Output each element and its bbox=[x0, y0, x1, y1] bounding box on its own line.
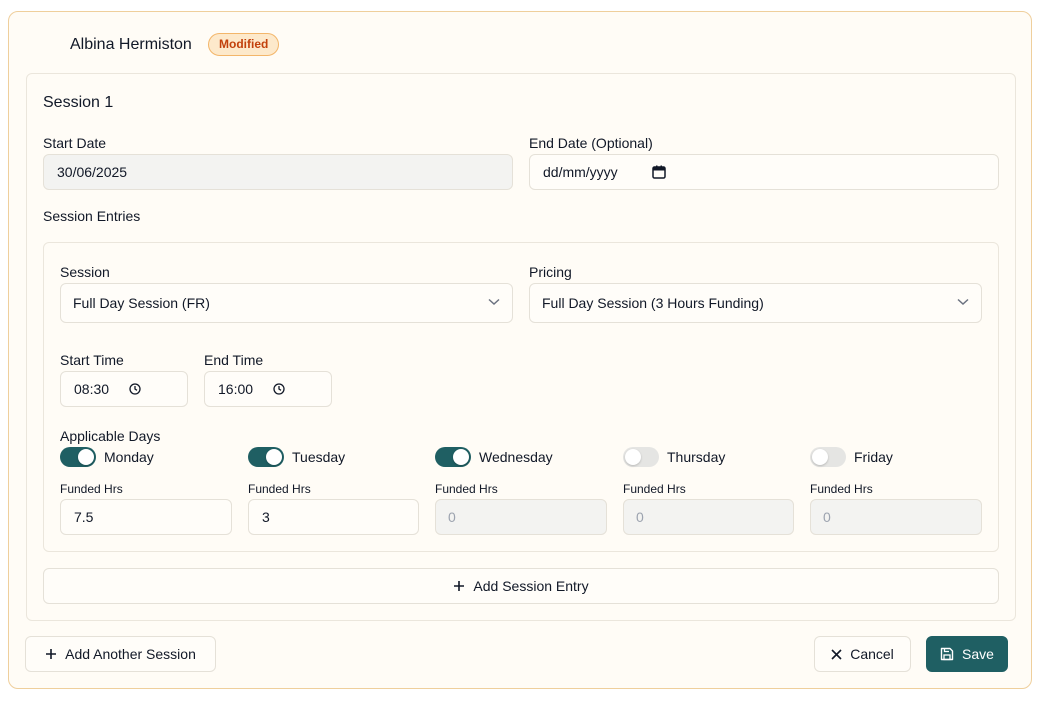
toggle-knob bbox=[625, 449, 641, 465]
toggle-knob bbox=[266, 449, 282, 465]
start-date-field[interactable]: 30/06/2025 bbox=[43, 154, 513, 190]
plus-icon bbox=[453, 580, 465, 592]
end-date-placeholder: dd/mm/yyyy bbox=[543, 164, 618, 180]
cancel-button[interactable]: Cancel bbox=[814, 636, 911, 672]
session-entry-panel: Session Full Day Session (FR) Pricing Fu… bbox=[43, 242, 999, 552]
funded-hrs-label: Funded Hrs bbox=[248, 482, 311, 496]
add-session-entry-label: Add Session Entry bbox=[473, 578, 589, 594]
monday-label: Monday bbox=[104, 449, 154, 465]
friday-label: Friday bbox=[854, 449, 893, 465]
friday-funded-input[interactable]: 0 bbox=[810, 499, 982, 535]
funded-hrs-label: Funded Hrs bbox=[435, 482, 498, 496]
add-another-session-label: Add Another Session bbox=[65, 646, 196, 662]
clock-icon[interactable] bbox=[273, 383, 285, 395]
pricing-select-label: Pricing bbox=[529, 264, 572, 280]
funded-hrs-label: Funded Hrs bbox=[60, 482, 123, 496]
start-time-value: 08:30 bbox=[74, 381, 110, 397]
end-date-field[interactable]: dd/mm/yyyy bbox=[529, 154, 999, 190]
thursday-funded-input[interactable]: 0 bbox=[623, 499, 794, 535]
thursday-label: Thursday bbox=[667, 449, 726, 465]
tuesday-toggle[interactable] bbox=[248, 447, 284, 467]
thursday-toggle[interactable] bbox=[623, 447, 659, 467]
tuesday-label: Tuesday bbox=[292, 449, 346, 465]
toggle-knob bbox=[812, 449, 828, 465]
tuesday-funded-input[interactable]: 3 bbox=[248, 499, 419, 535]
save-icon bbox=[940, 647, 954, 661]
session-select-value: Full Day Session (FR) bbox=[73, 295, 210, 311]
toggle-knob bbox=[78, 449, 94, 465]
session-select-label: Session bbox=[60, 264, 110, 280]
start-time-field[interactable]: 08:30 bbox=[60, 371, 188, 407]
monday-funded-input[interactable]: 7.5 bbox=[60, 499, 232, 535]
toggle-knob bbox=[453, 449, 469, 465]
chevron-down-icon bbox=[957, 298, 969, 308]
session-card: Albina Hermiston Modified Session 1 Star… bbox=[8, 11, 1032, 689]
session-panel: Session 1 Start Date 30/06/2025 End Date… bbox=[26, 73, 1016, 621]
applicable-days-label: Applicable Days bbox=[60, 428, 161, 444]
end-time-label: End Time bbox=[204, 352, 264, 368]
end-time-value: 16:00 bbox=[218, 381, 254, 397]
plus-icon bbox=[45, 648, 57, 660]
session-title: Session 1 bbox=[43, 94, 114, 111]
add-session-entry-button[interactable]: Add Session Entry bbox=[43, 568, 999, 604]
start-time-label: Start Time bbox=[60, 352, 124, 368]
status-badge: Modified bbox=[208, 33, 280, 56]
save-label: Save bbox=[962, 646, 994, 662]
pricing-select-value: Full Day Session (3 Hours Funding) bbox=[542, 295, 764, 311]
end-date-label: End Date (Optional) bbox=[529, 135, 653, 151]
add-another-session-button[interactable]: Add Another Session bbox=[25, 636, 216, 672]
end-time-field[interactable]: 16:00 bbox=[204, 371, 332, 407]
clock-icon[interactable] bbox=[129, 383, 141, 395]
session-entries-label: Session Entries bbox=[43, 208, 141, 224]
wednesday-funded-input[interactable]: 0 bbox=[435, 499, 607, 535]
pricing-select[interactable]: Full Day Session (3 Hours Funding) bbox=[529, 283, 982, 323]
close-icon bbox=[831, 648, 842, 660]
cancel-label: Cancel bbox=[850, 646, 894, 662]
funded-hrs-label: Funded Hrs bbox=[810, 482, 873, 496]
start-date-label: Start Date bbox=[43, 135, 107, 151]
funded-hrs-label: Funded Hrs bbox=[623, 482, 686, 496]
wednesday-toggle[interactable] bbox=[435, 447, 471, 467]
chevron-down-icon bbox=[488, 298, 500, 308]
wednesday-label: Wednesday bbox=[479, 449, 553, 465]
friday-toggle[interactable] bbox=[810, 447, 846, 467]
child-name: Albina Hermiston bbox=[70, 36, 192, 53]
monday-toggle[interactable] bbox=[60, 447, 96, 467]
session-select[interactable]: Full Day Session (FR) bbox=[60, 283, 513, 323]
calendar-icon[interactable] bbox=[652, 165, 666, 179]
save-button[interactable]: Save bbox=[926, 636, 1008, 672]
